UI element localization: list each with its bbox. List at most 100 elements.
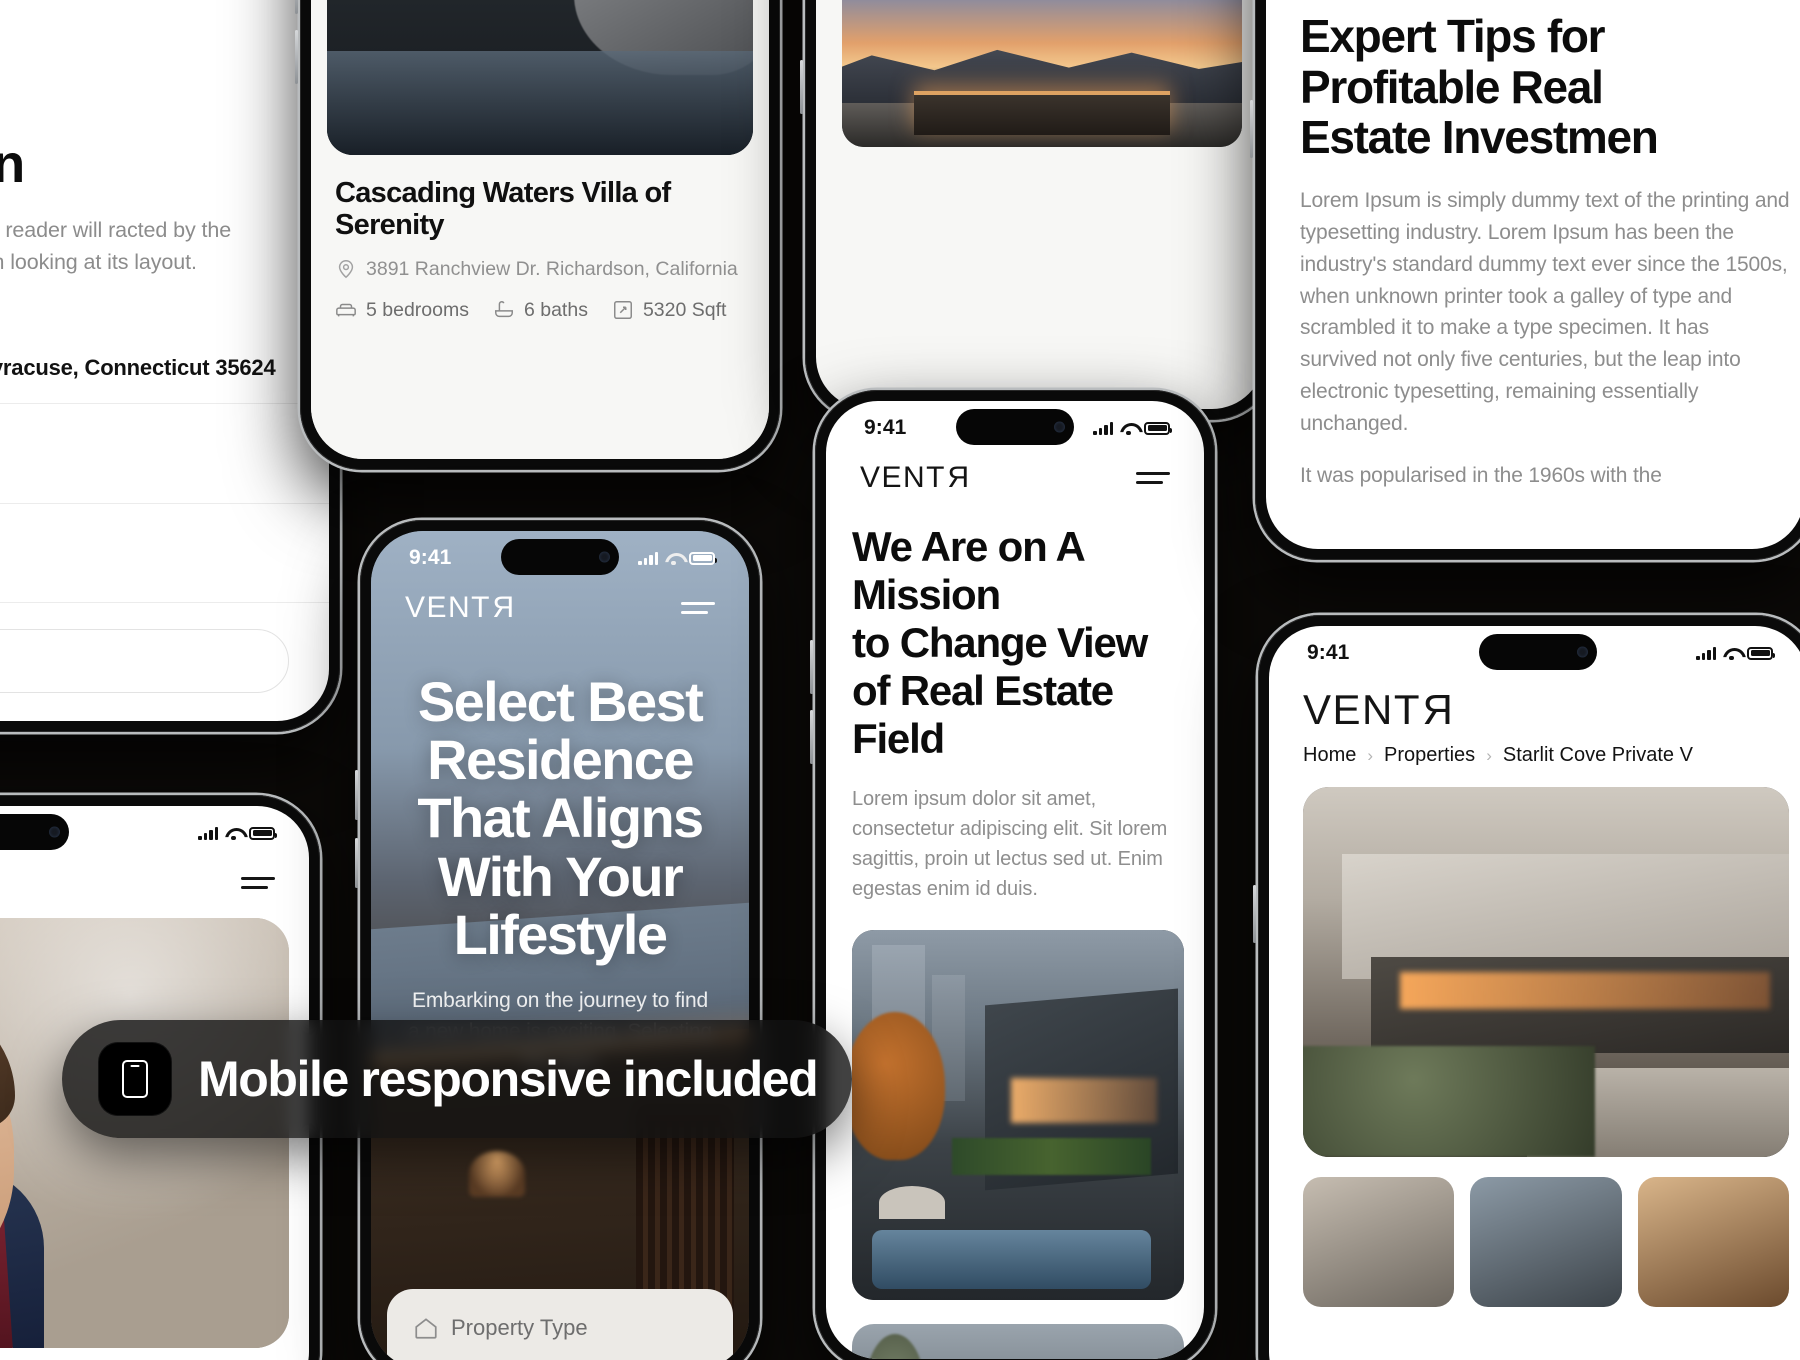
page-title-line-1: ’s Start A [0,77,281,135]
hamburger-menu-icon[interactable] [241,877,275,889]
brand-logo[interactable]: VENTR [405,591,514,625]
mission-page-phone-mockup: 9:41 VENT R We Are on A Mission to Change… [810,390,1215,1360]
property-title: Cascading Waters Villa of Serenity [335,177,671,242]
brand-logo[interactable]: VENTR [1303,686,1453,734]
gallery-thumbnail[interactable] [1303,1177,1455,1307]
brand-logo-text: VENT [860,461,947,494]
brand-logo-reversed-r: R [1421,686,1453,733]
name-input[interactable]: Wilson [0,629,289,694]
mission-photo-primary [852,930,1184,1301]
page-title-line-2: nversation [0,134,25,195]
location-pin-icon [338,260,354,279]
volume-down-button[interactable] [355,838,358,888]
photo-water [327,51,753,155]
status-time: 9:41 [409,546,452,569]
mission-heading-line-1: We Are on A Mission [852,523,1084,618]
hamburger-menu-icon[interactable] [681,602,715,614]
page-intro-paragraph: ng established fact that a reader will r… [0,217,232,274]
photo-planters [951,1137,1151,1175]
mission-heading-line-2: to Change View [852,618,1148,666]
status-indicators [1093,421,1172,436]
mobile-phone-glyph [122,1060,148,1098]
info-value: (671) 555–0110 [0,453,277,483]
status-bar: 9:41 [371,531,749,585]
mobile-responsive-label: Mobile responsive included [198,1051,819,1107]
volume-down-button[interactable] [810,710,813,764]
brand-logo[interactable]: VENTR [0,0,329,49]
email-field-label: dress [0,693,329,721]
status-indicators [638,551,717,566]
volume-up-button[interactable] [355,770,358,820]
article-heading: Expert Tips for Profitable Real Estate I… [1266,0,1800,163]
home-icon [415,1318,437,1339]
article-screen: Expert Tips for Profitable Real Estate I… [1266,0,1800,549]
cellular-signal-icon [1696,646,1716,660]
contact-page-phone-mockup: VENTR ’s Start A nversation ng establish… [0,0,345,732]
mobile-phone-icon [98,1042,172,1116]
mission-screen: 9:41 VENT R We Are on A Mission to Change… [826,401,1204,1359]
brand-logo[interactable]: VENTR [860,461,969,495]
chevron-right-icon: › [1367,745,1374,765]
status-indicators [198,826,277,841]
breadcrumb-item-properties[interactable]: Properties [1384,744,1475,767]
property-photo [327,0,753,155]
photo-pool [871,1230,1151,1290]
property-detail-phone-mockup: 9:41 VENT R Home › Properties › Starlit C… [1253,615,1800,1360]
info-value: ventr@demo.com [0,553,277,583]
volume-down-button[interactable] [295,30,298,84]
chevron-right-icon: › [1486,745,1492,765]
gallery-thumbnail[interactable] [1470,1177,1622,1307]
property-address-text: 3891 Ranchview Dr. Richardson, Californi… [366,257,738,280]
info-label: Location [0,326,277,347]
cellular-signal-icon [198,826,218,840]
gallery-thumbnail[interactable] [1637,1177,1789,1307]
photo-landscaping [1303,1046,1595,1157]
article-heading-line-3: Estate Investmen [1300,111,1659,164]
volume-up-button[interactable] [810,640,813,694]
battery-icon [1747,646,1775,660]
property-list-screen: Cascading Waters Villa of Serenity 3891 … [311,0,769,459]
contact-info-location: Location 2118 Thornridge Cir. Syracuse, … [0,304,329,404]
feature-baths: 6 baths [493,299,588,322]
hamburger-menu-icon[interactable] [1136,472,1170,484]
breadcrumb-item-home[interactable]: Home [1303,744,1356,767]
article-heading-line-2: Profitable Real [1300,60,1604,113]
article-page-phone-mockup: Expert Tips for Profitable Real Estate I… [1250,0,1800,560]
property-address: 3891 Ranchview Dr. Richardson, Californi… [311,242,769,281]
photo-umbrella [878,1185,945,1219]
dynamic-island [956,409,1074,445]
wifi-icon [1723,647,1740,661]
bed-icon [336,304,356,317]
contact-screen: VENTR ’s Start A nversation ng establish… [0,0,329,721]
hero-wall-lamp [469,1151,526,1198]
status-indicators [1696,646,1775,661]
mission-heading: We Are on A Mission to Change View of Re… [826,495,1204,762]
contact-info-email: Email Address ventr@demo.com [0,504,329,604]
property-type-search[interactable]: Property Type [387,1289,733,1360]
cellular-signal-icon [638,551,658,565]
info-value: 2118 Thornridge Cir. Syracuse, Connectic… [0,355,276,381]
area-icon [613,301,632,320]
volume-up-button[interactable] [800,60,803,114]
photo-autumn-tree [852,1011,945,1160]
status-bar: 9:41 [1269,626,1800,680]
dynamic-island [0,814,69,850]
mission-photo-secondary [852,1324,1184,1359]
battery-icon [249,826,277,840]
breadcrumb: Home › Properties › Starlit Cove Private… [1269,734,1800,767]
hero-nav-wrapper: 9:41 VENT R [371,531,749,625]
status-bar [0,806,309,860]
feature-text: 5320 Sqft [642,298,727,321]
property-type-placeholder: Property Type [451,1315,588,1340]
property-card-phone-mockup: Cascading Waters Villa of Serenity 3891 … [295,0,780,470]
wifi-icon [665,552,682,566]
property-detail-screen: 9:41 VENT R Home › Properties › Starlit C… [1269,626,1800,1360]
volume-up-button[interactable] [1253,885,1256,943]
property-card[interactable]: Cascading Waters Villa of Serenity 3891 … [311,0,769,459]
photo-warm-glow [1400,972,1770,1009]
volume-up-button[interactable] [1250,100,1253,158]
page-title: ’s Start A nversation [0,49,329,194]
breadcrumb-item-current: Starlit Cove Private V [1502,744,1693,766]
brand-logo-text: VENT [405,591,492,624]
volume-up-button[interactable] [295,0,298,14]
